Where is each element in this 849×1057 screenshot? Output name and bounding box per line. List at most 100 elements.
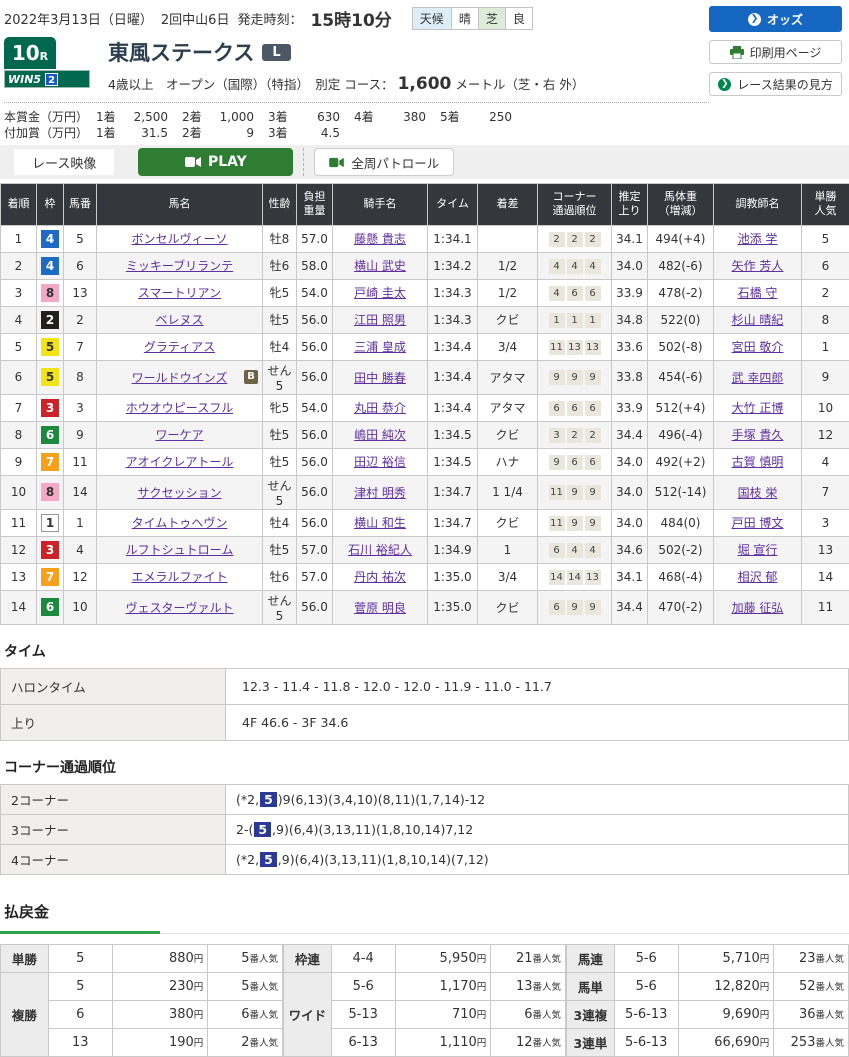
horse-link[interactable]: ヴェスターヴァルト	[125, 601, 233, 615]
jockey-link[interactable]: 津村 明秀	[354, 486, 406, 500]
cell-margin: 1/2	[478, 279, 538, 306]
trainer-link[interactable]: 戸田 博文	[732, 516, 784, 530]
corner-position-box: 2	[585, 232, 601, 247]
trainer-link[interactable]: 池添 学	[738, 232, 778, 246]
odds-button[interactable]: ❯ オッズ	[709, 6, 842, 32]
trainer-link[interactable]: 矢作 芳人	[732, 259, 784, 273]
cell-last-3f: 34.0	[612, 252, 648, 279]
cell-trainer: 堀 宣行	[714, 536, 802, 563]
table-row: 13712エメラルファイト牡657.0丹内 祐次1:35.03/41414133…	[1, 563, 849, 590]
payout-popularity: 253番人気	[774, 1028, 849, 1056]
popularity-suffix: 番人気	[249, 1010, 278, 1021]
popularity-suffix: 番人気	[249, 954, 278, 965]
print-page-button[interactable]: 印刷用ページ	[709, 40, 842, 64]
cell-finish-position: 13	[1, 563, 37, 590]
cell-sex-age: せん5	[263, 475, 297, 509]
jockey-link[interactable]: 石川 裕紀人	[348, 543, 412, 557]
cell-jockey: 横山 武史	[333, 252, 428, 279]
payout-popularity: 21番人気	[491, 944, 566, 972]
horse-link[interactable]: タイムトゥヘヴン	[132, 516, 228, 530]
race-meeting: 2回中山6日	[161, 9, 230, 28]
horse-link[interactable]: サクセッション	[137, 486, 221, 500]
jockey-link[interactable]: 丹内 祐次	[354, 570, 406, 584]
bet-type-label: 単勝	[1, 944, 49, 972]
trainer-link[interactable]: 相沢 郁	[738, 570, 778, 584]
cell-time: 1:34.3	[428, 279, 478, 306]
cell-horse-name: スマートリアン	[97, 279, 263, 306]
jockey-link[interactable]: 田辺 裕信	[354, 455, 406, 469]
trainer-link[interactable]: 古賀 慎明	[732, 455, 784, 469]
horse-link[interactable]: グラティアス	[144, 340, 215, 354]
jockey-link[interactable]: 藤懸 貴志	[354, 232, 406, 246]
trainer-link[interactable]: 加藤 征弘	[732, 601, 784, 615]
payout-amount: 1,110円	[395, 1028, 491, 1056]
payout-table: 枠連4-45,950円21番人気ワイド5-61,170円13番人気5-13710…	[283, 944, 566, 1057]
jockey-link[interactable]: 横山 和生	[354, 516, 406, 530]
table-row: 733ホウオウピースフル牝554.0丸田 恭介1:34.4アタマ66633.95…	[1, 394, 849, 421]
time-row: 上り4F 46.6 - 3F 34.6	[1, 704, 849, 740]
corner-row-value: (*2,5,9)(6,4)(3,13,11)(1,8,10,14)(7,12)	[226, 844, 849, 874]
cell-time: 1:34.7	[428, 475, 478, 509]
cell-finish-position: 12	[1, 536, 37, 563]
horse-link[interactable]: ミッキーブリランテ	[126, 259, 233, 273]
top-bar: 2022年3月13日（日曜） 2回中山6日 発走時刻： 15時10分 天候 晴 …	[0, 0, 849, 141]
trainer-link[interactable]: 堀 宣行	[738, 543, 778, 557]
horse-link[interactable]: ボンセルヴィーソ	[131, 232, 227, 246]
cell-time: 1:34.5	[428, 421, 478, 448]
cell-win-favorite: 13	[802, 536, 849, 563]
cell-sex-age: 牝5	[263, 279, 297, 306]
column-header: 馬体重 （増減）	[648, 184, 714, 226]
payout-row: 3連複5-6-139,690円36番人気	[567, 1000, 849, 1028]
trainer-link[interactable]: 武 幸四郎	[732, 371, 784, 385]
play-button[interactable]: PLAY	[138, 148, 293, 176]
horse-link[interactable]: アオイクレアトール	[126, 455, 234, 469]
race-video-tab[interactable]: レース映像	[14, 149, 114, 175]
corner-position-box: 6	[567, 455, 583, 470]
horse-link[interactable]: ワーケア	[155, 428, 203, 442]
horse-link[interactable]: スマートリアン	[138, 286, 221, 300]
cell-win-favorite: 5	[802, 225, 849, 252]
race-result-page: 2022年3月13日（日曜） 2回中山6日 発走時刻： 15時10分 天候 晴 …	[0, 0, 849, 1057]
jockey-link[interactable]: 田中 勝春	[354, 371, 406, 385]
patrol-video-button[interactable]: 全周パトロール	[314, 148, 454, 176]
cell-carried-weight: 54.0	[297, 279, 333, 306]
jockey-link[interactable]: 三浦 皇成	[354, 340, 406, 354]
jockey-link[interactable]: 横山 武史	[354, 259, 406, 273]
jockey-link[interactable]: 丸田 恭介	[354, 401, 406, 415]
trainer-link[interactable]: 宮田 敬介	[732, 340, 784, 354]
cell-horse-name: ワーケア	[97, 421, 263, 448]
cell-jockey: 三浦 皇成	[333, 333, 428, 360]
cell-horse-number: 3	[64, 394, 97, 421]
horse-link[interactable]: ルフトシュトローム	[126, 543, 234, 557]
cell-horse-name: ワールドウインズB	[97, 360, 263, 394]
patrol-button-label: 全周パトロール	[351, 153, 439, 172]
corner-position-box: 6	[585, 401, 601, 416]
trainer-link[interactable]: 石橋 守	[738, 286, 778, 300]
jockey-link[interactable]: 戸崎 圭太	[354, 286, 406, 300]
cell-trainer: 武 幸四郎	[714, 360, 802, 394]
horse-link[interactable]: エメラルファイト	[131, 570, 227, 584]
cell-body-weight: 502(-2)	[648, 536, 714, 563]
prize-added-label: 付加賞（万円）	[4, 125, 96, 141]
cell-corner-order: 666	[538, 394, 612, 421]
prize-item: 1着31.5	[96, 125, 182, 141]
trainer-link[interactable]: 国枝 栄	[738, 486, 778, 500]
jockey-link[interactable]: 菅原 明良	[354, 601, 406, 615]
horse-link[interactable]: ベレヌス	[155, 313, 203, 327]
table-row: 10814サクセッションせん556.0津村 明秀1:34.71 1/411993…	[1, 475, 849, 509]
trainer-link[interactable]: 杉山 晴紀	[732, 313, 784, 327]
cell-time: 1:34.3	[428, 306, 478, 333]
jockey-link[interactable]: 嶋田 純次	[354, 428, 406, 442]
corner-position-box: 4	[567, 259, 583, 274]
guide-arrow-icon: ❯	[718, 78, 731, 91]
jockey-link[interactable]: 江田 照男	[354, 313, 406, 327]
trainer-link[interactable]: 大竹 正博	[732, 401, 784, 415]
cell-corner-order: 1199	[538, 509, 612, 536]
result-guide-button[interactable]: ❯ レース結果の見方	[709, 72, 842, 96]
horse-link[interactable]: ワールドウインズ	[132, 371, 228, 385]
payout-popularity: 12番人気	[491, 1028, 566, 1056]
horse-link[interactable]: ホウオウピースフル	[126, 401, 233, 415]
trainer-link[interactable]: 手塚 貴久	[732, 428, 784, 442]
race-title-block: 10 R WIN5 2 東風ステークス L 4歳以上 オープン（国際）（特指） …	[4, 37, 709, 94]
cell-time: 1:34.4	[428, 333, 478, 360]
